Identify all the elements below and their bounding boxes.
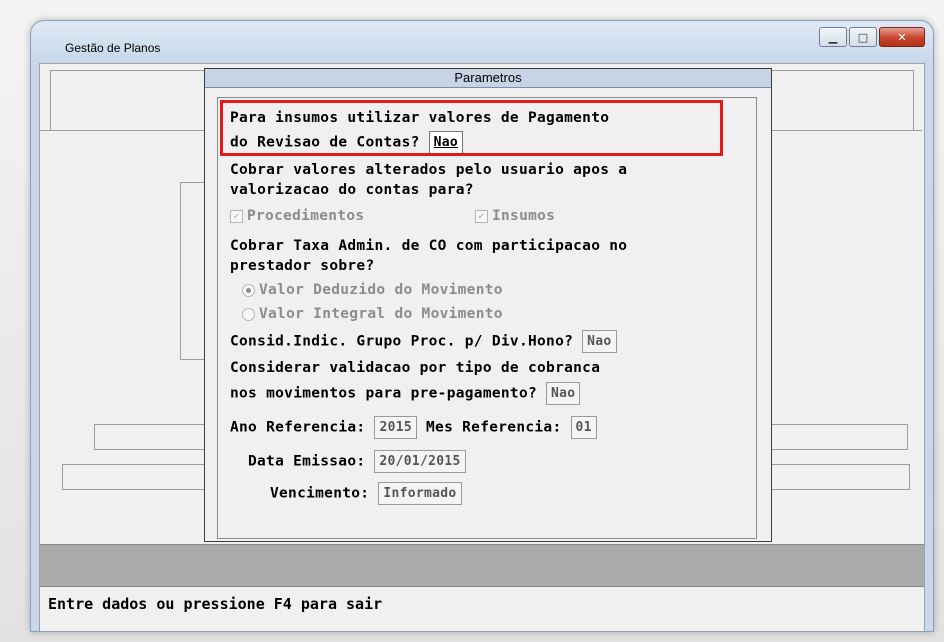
window-controls: ▁ □ ✕ — [817, 27, 925, 47]
window-title: Gestão de Planos — [65, 41, 161, 55]
radio-integral-label: Valor Integral do Movimento — [259, 306, 503, 322]
radio-unselected-icon — [242, 307, 255, 321]
q2-line2: valorizacao do contas para? — [230, 182, 474, 198]
q5-label: nos movimentos para pre-pagamento? — [230, 385, 538, 402]
minimize-icon: ▁ — [828, 30, 838, 44]
close-button[interactable]: ✕ — [879, 27, 925, 47]
background-toolbar-band — [40, 544, 924, 587]
radio-deduzido-label: Valor Deduzido do Movimento — [259, 282, 503, 298]
mes-label: Mes Referencia: — [426, 419, 562, 436]
highlight-box — [220, 100, 723, 156]
grupo-proc-field[interactable]: Nao — [582, 330, 617, 353]
maximize-button[interactable]: □ — [849, 27, 877, 47]
data-emissao-line: Data Emissao: 20/01/2015 — [248, 450, 466, 473]
radio-valor-deduzido[interactable]: Valor Deduzido do Movimento — [242, 282, 503, 298]
data-emissao-field[interactable]: 20/01/2015 — [374, 450, 466, 473]
status-message: Entre dados ou pressione F4 para sair — [48, 595, 383, 613]
checkmark-icon: ✓ — [230, 209, 243, 223]
radio-valor-integral[interactable]: Valor Integral do Movimento — [242, 306, 503, 322]
dialog-title: Parametros — [205, 69, 771, 88]
pre-pagamento-field[interactable]: Nao — [546, 382, 581, 405]
q3-line2: prestador sobre? — [230, 258, 375, 274]
q4-line: Consid.Indic. Grupo Proc. p/ Div.Hono? N… — [230, 330, 617, 353]
ano-referencia-field[interactable]: 2015 — [374, 416, 417, 439]
close-icon: ✕ — [897, 30, 907, 44]
insumos-label: Insumos — [492, 208, 556, 224]
ano-label: Ano Referencia: — [230, 419, 366, 436]
checkmark-icon: ✓ — [475, 209, 488, 223]
dialog-body: Para insumos utilizar valores de Pagamen… — [217, 97, 757, 539]
status-bar: Entre dados ou pressione F4 para sair — [40, 586, 924, 631]
vencimento-field[interactable]: Informado — [378, 482, 462, 505]
referencia-line: Ano Referencia: 2015 Mes Referencia: 01 — [230, 416, 597, 439]
q4-label: Consid.Indic. Grupo Proc. p/ Div.Hono? — [230, 333, 574, 350]
q2-line1: Cobrar valores alterados pelo usuario ap… — [230, 162, 628, 178]
maximize-icon: □ — [857, 30, 869, 44]
procedimentos-label: Procedimentos — [247, 208, 365, 224]
q5-line1: Considerar validacao por tipo de cobranc… — [230, 360, 601, 376]
checkbox-insumos[interactable]: ✓ Insumos — [475, 208, 555, 224]
checkbox-procedimentos[interactable]: ✓ Procedimentos — [230, 208, 364, 224]
mes-referencia-field[interactable]: 01 — [570, 416, 597, 439]
q3-line1: Cobrar Taxa Admin. de CO com participaca… — [230, 238, 628, 254]
radio-selected-icon — [242, 283, 255, 297]
minimize-button[interactable]: ▁ — [819, 27, 847, 47]
data-emissao-label: Data Emissao: — [248, 453, 366, 470]
vencimento-line: Vencimento: Informado — [270, 482, 462, 505]
q5-line2: nos movimentos para pre-pagamento? Nao — [230, 382, 581, 405]
vencimento-label: Vencimento: — [270, 485, 370, 502]
